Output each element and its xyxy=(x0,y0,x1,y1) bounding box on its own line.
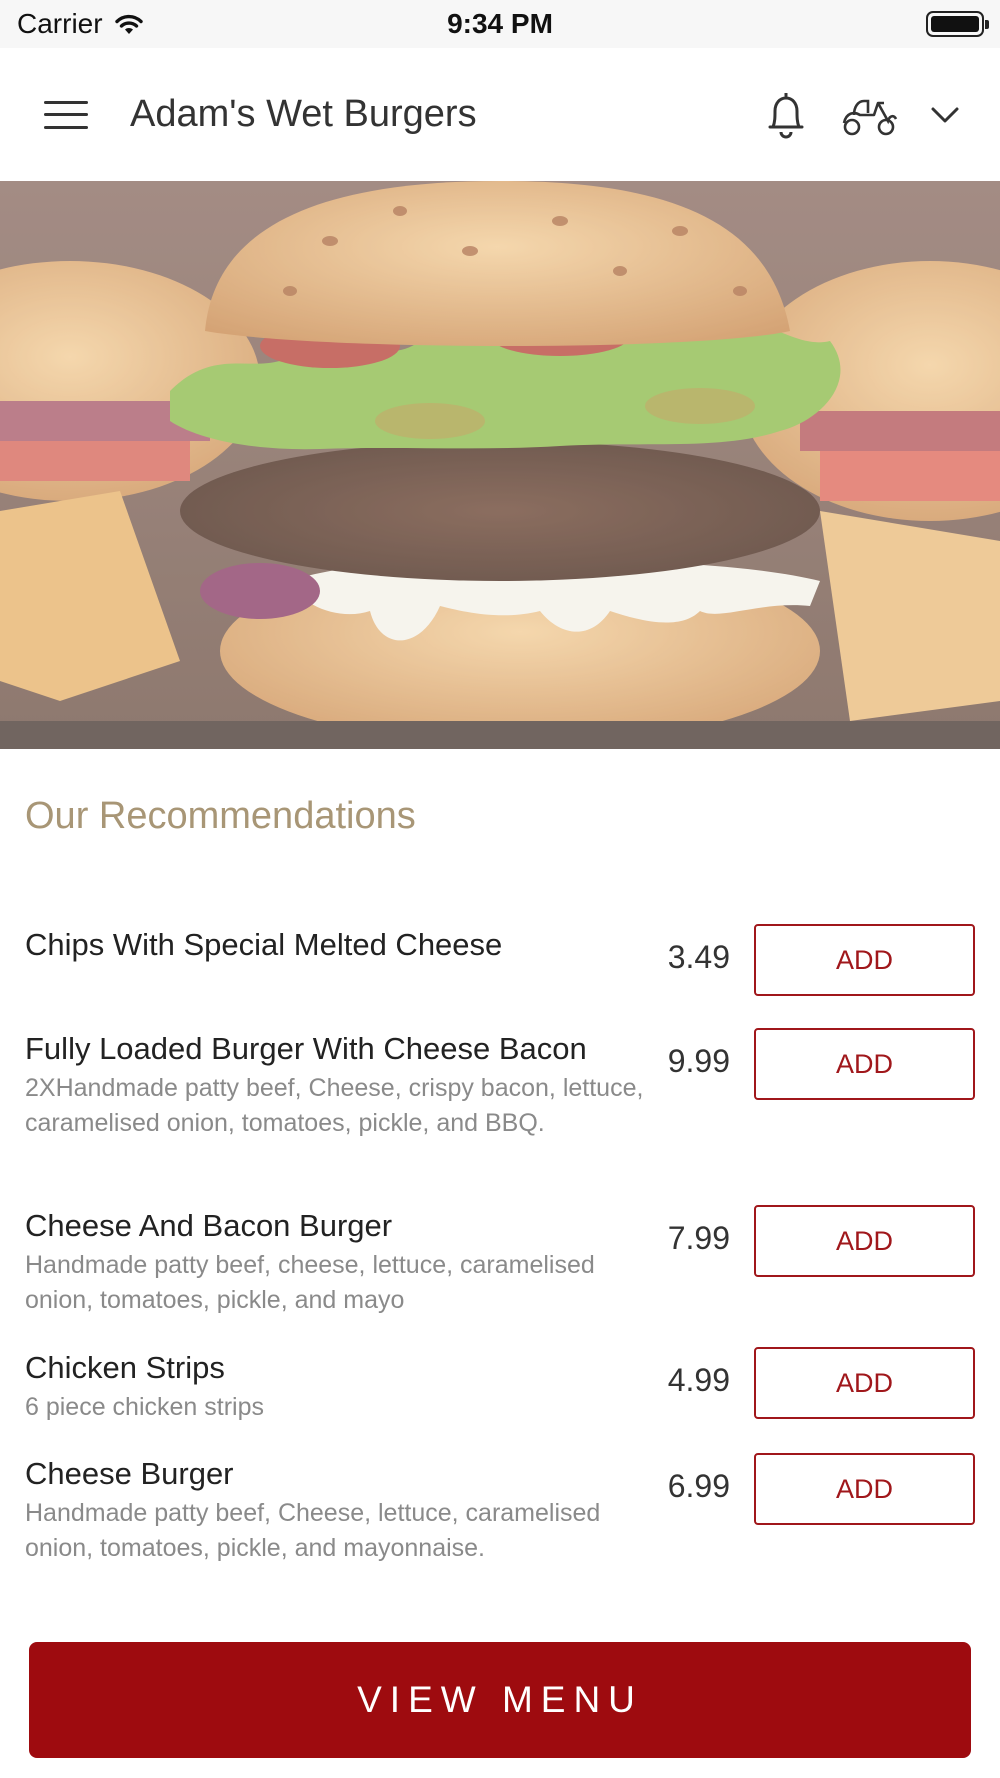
carrier-label: Carrier xyxy=(17,8,103,39)
app-header: Adam's Wet Burgers xyxy=(0,48,1000,181)
item-name: Chicken Strips xyxy=(25,1350,225,1385)
add-button[interactable]: ADD xyxy=(754,1205,975,1277)
section-title: Our Recommendations xyxy=(25,795,416,837)
item-name: Cheese And Bacon Burger xyxy=(25,1208,393,1243)
item-price: 9.99 xyxy=(667,1043,730,1079)
item-price: 4.99 xyxy=(667,1362,730,1398)
view-menu-button[interactable]: VIEW MENU xyxy=(29,1642,971,1758)
add-button[interactable]: ADD xyxy=(754,924,975,996)
scooter-icon[interactable] xyxy=(840,93,898,137)
item-price: 7.99 xyxy=(667,1220,730,1256)
hero-image xyxy=(0,181,1000,749)
item-description: Handmade patty beef, cheese, lettuce, ca… xyxy=(25,1251,595,1314)
item-price: 3.49 xyxy=(667,939,730,975)
item-name: Fully Loaded Burger With Cheese Bacon xyxy=(25,1031,587,1066)
item-name: Cheese Burger xyxy=(25,1456,234,1491)
battery-icon xyxy=(926,11,989,37)
wifi-icon xyxy=(114,14,143,34)
status-bar: Carrier 9:34 PM xyxy=(0,0,1000,48)
status-time: 9:34 PM xyxy=(447,8,553,39)
carrier-group: Carrier xyxy=(17,8,145,40)
add-button[interactable]: ADD xyxy=(754,1453,975,1525)
item-name: Chips With Special Melted Cheese xyxy=(25,927,503,962)
item-description: 6 piece chicken strips xyxy=(25,1393,265,1421)
page-title: Adam's Wet Burgers xyxy=(130,93,477,135)
chevron-down-icon[interactable] xyxy=(930,105,960,125)
add-button[interactable]: ADD xyxy=(754,1028,975,1100)
item-price: 6.99 xyxy=(667,1468,730,1504)
hamburger-menu-icon[interactable] xyxy=(44,99,88,131)
bell-icon[interactable] xyxy=(764,89,808,141)
add-button[interactable]: ADD xyxy=(754,1347,975,1419)
item-description: Handmade patty beef, Cheese, lettuce, ca… xyxy=(25,1499,601,1562)
item-description: 2XHandmade patty beef, Cheese, crispy ba… xyxy=(25,1074,644,1137)
